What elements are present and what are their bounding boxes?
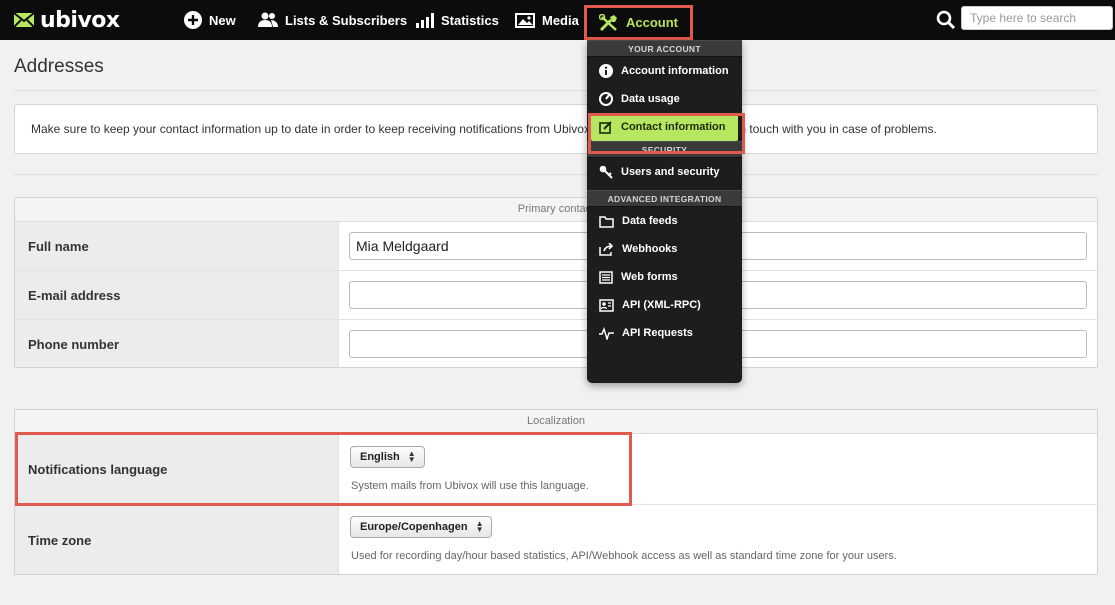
form-value-cell: Europe/Copenhagen ▲ ▼ Used for recording … bbox=[339, 505, 1097, 574]
nav-account[interactable]: Account bbox=[584, 5, 693, 40]
menu-section-advanced-integration: ADVANCED INTEGRATION bbox=[587, 190, 742, 207]
bar-chart-icon bbox=[416, 12, 434, 28]
top-navigation-bar: ubivox New Lists & Subscribers Statistic… bbox=[0, 0, 1115, 40]
menu-item-label: Webhooks bbox=[622, 243, 678, 255]
menu-item-api-xmlrpc[interactable]: API (XML-RPC) bbox=[587, 291, 742, 319]
menu-item-api-requests[interactable]: API Requests bbox=[587, 319, 742, 347]
info-icon bbox=[599, 64, 613, 78]
menu-item-users-and-security[interactable]: Users and security bbox=[587, 158, 742, 186]
menu-item-label: Account information bbox=[621, 65, 729, 77]
menu-item-data-feeds[interactable]: Data feeds bbox=[587, 207, 742, 235]
edit-icon bbox=[599, 121, 612, 134]
phone-label: Phone number bbox=[15, 320, 339, 367]
divider bbox=[14, 90, 1098, 91]
users-icon bbox=[258, 12, 278, 28]
nav-media-label: Media bbox=[542, 12, 579, 28]
language-select-value: English bbox=[360, 451, 400, 463]
form-row-full-name: Full name bbox=[15, 222, 1097, 271]
menu-section-security: SECURITY bbox=[587, 141, 742, 158]
email-label: E-mail address bbox=[15, 271, 339, 319]
nav-statistics[interactable]: Statistics bbox=[416, 0, 499, 40]
timezone-hint: Used for recording day/hour based statis… bbox=[351, 550, 897, 562]
brand-name: ubivox bbox=[40, 7, 120, 33]
form-icon bbox=[599, 270, 613, 284]
pulse-icon bbox=[599, 326, 614, 340]
nav-new-label: New bbox=[209, 12, 236, 28]
plus-circle-icon bbox=[184, 11, 202, 29]
nav-new[interactable]: New bbox=[184, 0, 236, 40]
form-value-cell: English ▲ ▼ System mails from Ubivox will… bbox=[339, 434, 1097, 504]
envelope-logo-icon bbox=[14, 12, 34, 28]
ubivox-logo[interactable]: ubivox bbox=[14, 6, 120, 34]
menu-item-label: Web forms bbox=[621, 271, 678, 283]
full-name-label: Full name bbox=[15, 222, 339, 270]
share-icon bbox=[599, 242, 614, 256]
panel-heading: Localization bbox=[15, 410, 1097, 434]
search-input[interactable] bbox=[961, 6, 1113, 30]
menu-item-label: Data usage bbox=[621, 93, 680, 105]
timezone-select[interactable]: Europe/Copenhagen ▲ ▼ bbox=[350, 516, 493, 538]
tools-icon bbox=[599, 13, 619, 32]
primary-contact-panel: Primary contact Full name E-mail address… bbox=[14, 197, 1098, 368]
page-title: Addresses bbox=[14, 56, 104, 77]
form-row-timezone: Time zone Europe/Copenhagen ▲ ▼ Used for … bbox=[15, 505, 1097, 574]
localization-panel: Localization Notifications language Engl… bbox=[14, 409, 1098, 575]
menu-section-your-account: YOUR ACCOUNT bbox=[587, 40, 742, 57]
select-arrows-icon: ▲ ▼ bbox=[407, 449, 416, 464]
nav-media[interactable]: Media bbox=[515, 0, 579, 40]
id-card-icon bbox=[599, 298, 614, 312]
account-dropdown-menu: YOUR ACCOUNT Account information Data us… bbox=[587, 40, 742, 383]
nav-statistics-label: Statistics bbox=[441, 12, 499, 28]
menu-item-account-information[interactable]: Account information bbox=[587, 57, 742, 85]
menu-item-data-usage[interactable]: Data usage bbox=[587, 85, 742, 113]
timezone-label: Time zone bbox=[15, 505, 339, 574]
notice-box: Make sure to keep your contact informati… bbox=[14, 104, 1098, 154]
gauge-icon bbox=[599, 92, 613, 106]
language-hint: System mails from Ubivox will use this l… bbox=[351, 480, 589, 492]
form-row-phone: Phone number bbox=[15, 320, 1097, 367]
key-icon bbox=[599, 165, 613, 179]
menu-item-label: Contact information bbox=[621, 121, 726, 133]
select-arrows-icon: ▲ ▼ bbox=[475, 519, 484, 534]
menu-item-web-forms[interactable]: Web forms bbox=[587, 263, 742, 291]
form-row-language: Notifications language English ▲ ▼ System… bbox=[15, 434, 1097, 505]
menu-item-contact-information[interactable]: Contact information bbox=[591, 113, 738, 141]
menu-item-label: Users and security bbox=[621, 166, 720, 178]
nav-lists-label: Lists & Subscribers bbox=[285, 12, 408, 28]
nav-lists-subscribers[interactable]: Lists & Subscribers bbox=[258, 0, 407, 40]
timezone-select-value: Europe/Copenhagen bbox=[360, 521, 468, 533]
nav-account-label: Account bbox=[626, 15, 678, 30]
form-row-email: E-mail address bbox=[15, 271, 1097, 320]
language-label: Notifications language bbox=[15, 434, 339, 504]
divider bbox=[14, 174, 1098, 175]
menu-item-label: API (XML-RPC) bbox=[622, 299, 701, 311]
folder-icon bbox=[599, 215, 614, 228]
menu-item-webhooks[interactable]: Webhooks bbox=[587, 235, 742, 263]
notice-text: Make sure to keep your contact informati… bbox=[31, 122, 937, 136]
menu-item-label: API Requests bbox=[622, 327, 693, 339]
language-select[interactable]: English ▲ ▼ bbox=[350, 446, 425, 468]
image-icon bbox=[515, 12, 535, 28]
search-icon[interactable] bbox=[936, 10, 956, 35]
panel-heading: Primary contact bbox=[15, 198, 1097, 222]
menu-item-label: Data feeds bbox=[622, 215, 678, 227]
